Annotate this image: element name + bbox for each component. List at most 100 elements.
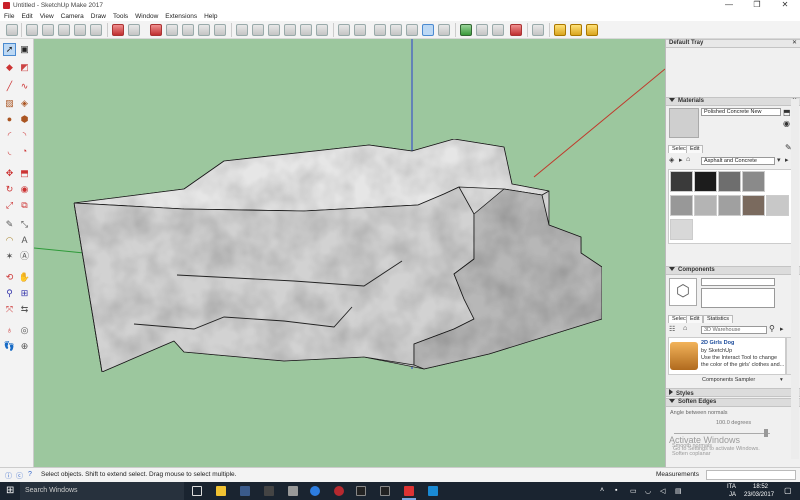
display-section-icon[interactable] (510, 24, 522, 36)
position-camera-icon[interactable]: ♁ (4, 325, 15, 336)
menu-window[interactable]: Window (135, 13, 158, 20)
arc-tool-icon[interactable]: ◜ (4, 130, 15, 141)
component-result-title[interactable]: 2D Girls Dog (701, 340, 734, 346)
styles-panel-header[interactable]: Styles ✕ (666, 388, 800, 397)
clock-time[interactable]: 18:52 (753, 484, 768, 490)
action-center-icon[interactable]: ▤ (675, 487, 682, 495)
components-details-icon[interactable]: ▸ (780, 325, 784, 333)
two-point-arc-icon[interactable]: ◝ (19, 130, 30, 141)
pan-tool-icon[interactable]: ✋ (19, 272, 30, 283)
tray-close-button[interactable]: ✕ (792, 40, 797, 47)
paint-bucket-tool-icon[interactable]: ◆ (4, 62, 15, 73)
follow-me-icon[interactable]: ◉ (19, 184, 30, 195)
notifications-icon[interactable]: ▢ (784, 486, 792, 495)
rotate-tool-icon[interactable]: ↻ (4, 184, 15, 195)
hidden-line-icon[interactable] (374, 24, 386, 36)
unreal-engine-icon[interactable] (356, 486, 366, 496)
zoom-tool-icon[interactable]: ⚲ (4, 288, 15, 299)
browser-icon[interactable] (334, 486, 344, 496)
zoom-window-icon[interactable]: ⊞ (19, 288, 30, 299)
section-plane-tool-icon[interactable]: ⊕ (19, 341, 30, 352)
material-swatch[interactable] (766, 195, 789, 216)
dimension-tool-icon[interactable]: ⤡ (19, 219, 30, 230)
paint-bucket-icon[interactable] (150, 24, 162, 36)
geo-location-icon[interactable]: ⓘ (5, 471, 12, 481)
previous-view-icon[interactable]: ⇆ (19, 304, 30, 315)
material-swatch[interactable] (694, 171, 717, 192)
tray-scrollbar[interactable] (791, 99, 799, 459)
network-icon[interactable]: ▪ (615, 487, 617, 494)
forward-arrow-icon[interactable]: ▸ (679, 156, 683, 164)
monochrome-icon[interactable] (422, 24, 434, 36)
pan-icon[interactable] (252, 24, 264, 36)
component-result-item[interactable]: 2D Girls Dog by SketchUp Use the Interac… (668, 337, 786, 375)
component-options-icon[interactable] (570, 24, 582, 36)
walk-tool-icon[interactable]: 👣 (4, 341, 15, 352)
chrome-icon[interactable] (310, 486, 320, 496)
material-swatch[interactable] (694, 195, 717, 216)
new-file-icon[interactable] (26, 24, 38, 36)
material-swatch[interactable] (670, 195, 693, 216)
pie-tool-icon[interactable]: ◔ (19, 146, 30, 157)
material-swatch[interactable] (670, 171, 693, 192)
materials-tab-edit[interactable]: Edit (686, 145, 704, 153)
minimize-button[interactable]: — (716, 0, 742, 11)
clock-date[interactable]: 23/03/2017 (744, 492, 774, 498)
components-tab-edit[interactable]: Edit (686, 315, 704, 323)
material-swatch[interactable] (670, 219, 693, 240)
back-arrow-icon[interactable]: ◈ (669, 156, 674, 164)
back-view-icon[interactable] (300, 24, 312, 36)
rotate-icon[interactable] (198, 24, 210, 36)
menu-camera[interactable]: Camera (61, 13, 84, 20)
component-name-field[interactable] (701, 278, 775, 286)
details-menu-icon[interactable]: ▸ (785, 156, 789, 164)
line-tool-icon[interactable]: ╱ (4, 81, 15, 92)
sketchup-taskbar-icon[interactable] (404, 486, 414, 496)
shaded-textures-icon[interactable] (406, 24, 418, 36)
component-description-field[interactable] (701, 288, 775, 308)
view-options-icon[interactable]: ☷ (669, 325, 675, 333)
polygon-tool-icon[interactable]: ⬢ (19, 114, 30, 125)
sampler-dropdown-icon[interactable]: ▾ (780, 377, 783, 383)
orbit-icon[interactable] (236, 24, 248, 36)
unreal-launcher-icon[interactable] (380, 486, 390, 496)
menu-help[interactable]: Help (204, 13, 217, 20)
battery-icon[interactable]: ▭ (630, 487, 637, 495)
components-home-icon[interactable]: ⌂ (683, 325, 687, 332)
home-icon[interactable]: ⌂ (686, 156, 690, 163)
menu-draw[interactable]: Draw (91, 13, 106, 20)
menu-tools[interactable]: Tools (113, 13, 128, 20)
windows-start-icon[interactable]: ⊞ (6, 485, 14, 496)
home-view-icon[interactable] (268, 24, 280, 36)
layout-icon[interactable] (476, 24, 488, 36)
wireframe-icon[interactable] (354, 24, 366, 36)
menu-extensions[interactable]: Extensions (165, 13, 197, 20)
zoom-extents-icon[interactable]: ⤧ (4, 304, 15, 315)
scale-tool-icon[interactable]: ⤢ (4, 200, 15, 211)
axes-tool-icon[interactable]: ✶ (4, 251, 15, 262)
text-tool-icon[interactable]: A (19, 235, 30, 246)
offset-icon[interactable] (214, 24, 226, 36)
print-icon[interactable] (74, 24, 86, 36)
freehand-tool-icon[interactable]: ∿ (19, 81, 30, 92)
dynamic-component-icon[interactable] (554, 24, 566, 36)
materials-panel-header[interactable]: Materials ✕ (666, 97, 800, 106)
material-swatch[interactable] (718, 195, 741, 216)
material-library-select[interactable]: Asphalt and Concrete (701, 157, 775, 165)
save-icon[interactable] (58, 24, 70, 36)
left-view-icon[interactable] (316, 24, 328, 36)
model-canvas[interactable] (34, 39, 665, 467)
eraser-icon[interactable] (112, 24, 124, 36)
media-app-icon[interactable] (264, 486, 274, 496)
getting-started-icon[interactable] (6, 24, 18, 36)
material-swatch[interactable] (718, 171, 741, 192)
tape-measure-icon[interactable] (128, 24, 140, 36)
front-view-icon[interactable] (284, 24, 296, 36)
xray-icon[interactable] (338, 24, 350, 36)
file-explorer-icon[interactable] (216, 486, 226, 496)
section-plane-icon[interactable] (492, 24, 504, 36)
push-pull-icon[interactable] (166, 24, 178, 36)
open-file-icon[interactable] (42, 24, 54, 36)
components-tab-statistics[interactable]: Statistics (703, 315, 734, 323)
components-panel-header[interactable]: Components ✕ (666, 266, 800, 275)
